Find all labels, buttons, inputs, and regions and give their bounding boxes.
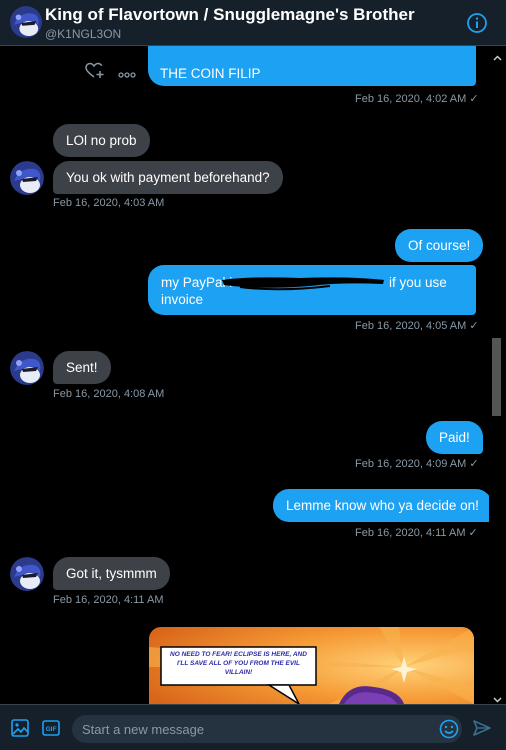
message-bubble-outgoing[interactable]: Of course! [395,229,484,262]
info-icon[interactable] [466,12,488,34]
comic-speech-text: NO NEED TO FEAR! ECLIPSE IS HERE, AND I'… [170,651,307,676]
message-timestamp: Feb 16, 2020, 4:09 AM ✓ [355,458,479,470]
user-handle: @K1NGL3ON [45,27,122,41]
avatar[interactable] [10,351,44,385]
message-composer: GIF [0,704,506,750]
message-bubble-incoming[interactable]: Got it, tysmmm [53,557,170,590]
message-input[interactable] [82,720,422,738]
message-timestamp: Feb 16, 2020, 4:02 AM ✓ [355,93,479,105]
image-icon[interactable] [11,719,29,737]
message-bubble-incoming[interactable]: You ok with payment beforehand? [53,161,283,194]
message-bubble-outgoing[interactable]: Lemme know who ya decide on! [273,489,492,522]
message-timestamp: Feb 16, 2020, 4:05 AM ✓ [355,320,479,332]
message-timestamp: Feb 16, 2020, 4:03 AM [53,197,165,209]
emoji-icon[interactable] [439,719,459,739]
message-bubble-outgoing[interactable]: my PayPal i if you use invoice [148,265,476,315]
scroll-down-icon[interactable] [493,691,502,703]
more-icon[interactable] [118,66,136,78]
redacted-scribble [220,272,386,292]
heart-plus-icon[interactable] [85,62,105,80]
message-bubble-outgoing[interactable]: Paid! [426,421,483,454]
message-timestamp: Feb 16, 2020, 4:11 AM [53,594,164,606]
gif-icon[interactable]: GIF [42,720,60,736]
message-input-container [72,715,462,743]
message-timestamp: Feb 16, 2020, 4:11 AM ✓ [355,527,478,539]
page-title: King of Flavortown / Snugglemagne's Brot… [45,5,415,24]
message-text: if you use [389,275,447,290]
message-bubble-outgoing[interactable]: THE COIN FILIP [148,46,476,86]
scroll-up-icon[interactable] [493,50,502,61]
message-text: invoice [161,292,204,307]
scrollbar[interactable] [489,46,506,704]
avatar[interactable] [10,557,44,591]
avatar[interactable] [10,161,44,195]
message-bubble-incoming[interactable]: Sent! [53,351,111,384]
svg-text:GIF: GIF [46,726,57,733]
comic-image[interactable]: NO NEED TO FEAR! ECLIPSE IS HERE, AND I'… [149,627,474,704]
avatar[interactable] [10,6,42,38]
scrollbar-thumb[interactable] [492,338,501,416]
send-icon[interactable] [472,719,492,737]
conversation-header: King of Flavortown / Snugglemagne's Brot… [0,0,506,46]
message-bubble-incoming[interactable]: LOl no prob [53,124,150,157]
message-timestamp: Feb 16, 2020, 4:08 AM [53,388,165,400]
